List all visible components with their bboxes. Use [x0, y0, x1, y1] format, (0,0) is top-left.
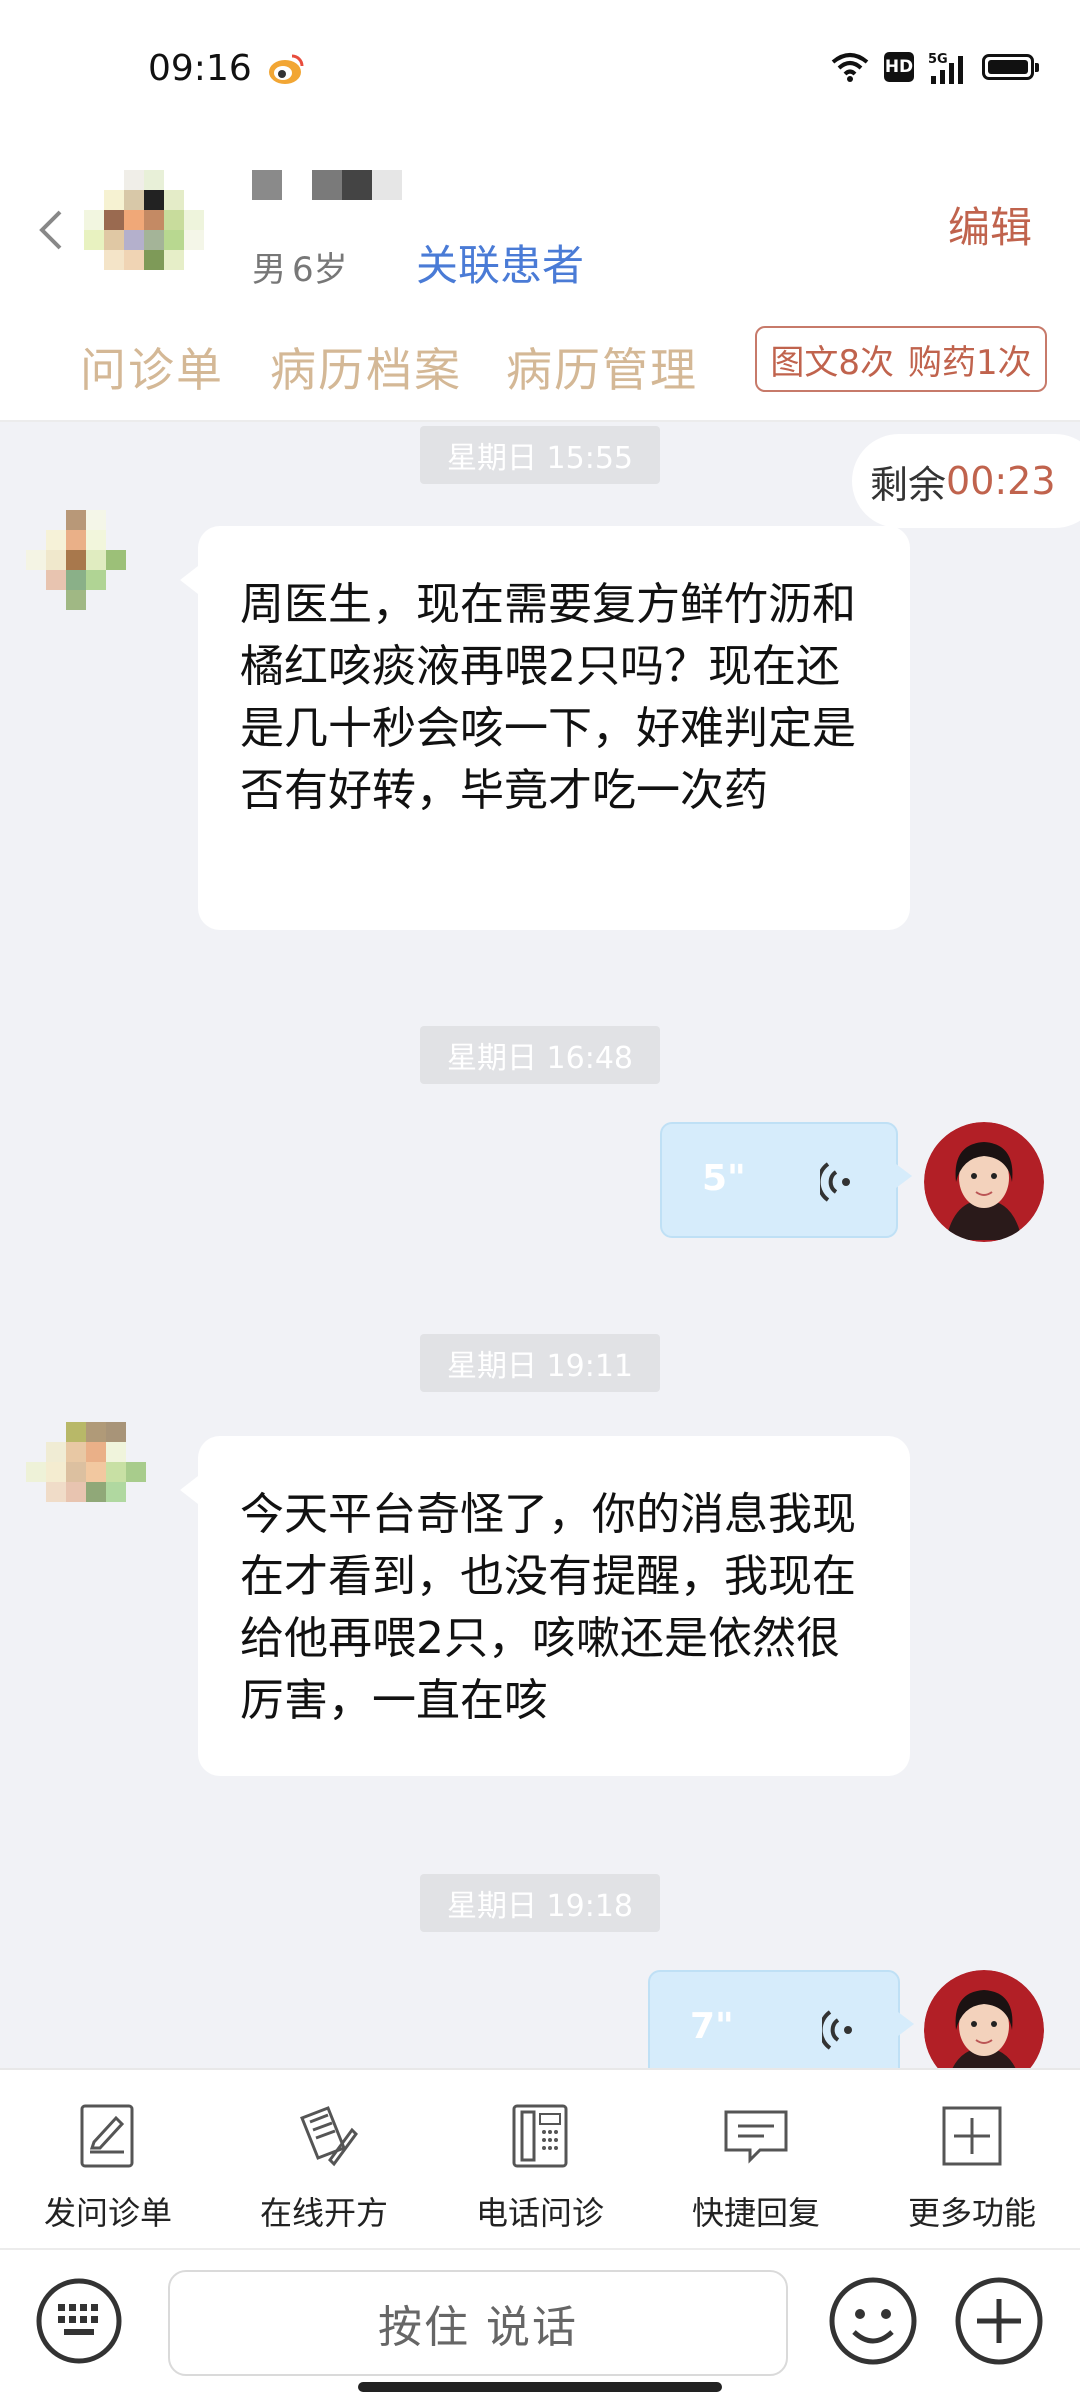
- voice-duration: 7": [690, 2006, 734, 2047]
- back-icon[interactable]: [32, 200, 72, 260]
- battery-icon: [982, 54, 1039, 80]
- message-timestamp: 星期日 19:11: [420, 1334, 660, 1392]
- remaining-time-pill: 剩余 00:23: [852, 434, 1080, 528]
- more-functions-button[interactable]: 更多功能: [864, 2070, 1080, 2250]
- voice-duration: 5": [702, 1158, 746, 1199]
- remaining-label: 剩余: [870, 462, 947, 507]
- patient-message[interactable]: 周医生，现在需要复方鲜竹沥和橘红咳痰液再喂2只吗？现在还是几十秒会咳一下，好难判…: [180, 526, 910, 930]
- plus-icon[interactable]: [952, 2274, 1046, 2368]
- tab-records-management[interactable]: 病历管理: [506, 334, 698, 400]
- patient-gender: 男: [252, 250, 286, 290]
- patient-name-redacted: [252, 170, 402, 200]
- patient-avatar[interactable]: [26, 510, 166, 650]
- keyboard-icon[interactable]: [34, 2276, 124, 2366]
- home-indicator[interactable]: [358, 2382, 722, 2392]
- quick-reply-button[interactable]: 快捷回复: [648, 2070, 864, 2250]
- tool-label: 快捷回复: [691, 2194, 820, 2232]
- doctor-avatar[interactable]: [924, 1122, 1044, 1242]
- voice-message[interactable]: 5": [660, 1122, 912, 1238]
- send-consultation-form-button[interactable]: 发问诊单: [0, 2070, 216, 2250]
- hold-to-talk-button[interactable]: 按住 说话: [168, 2270, 788, 2376]
- tab-medical-records[interactable]: 病历档案: [270, 334, 462, 400]
- edit-button[interactable]: 编辑: [948, 194, 1032, 255]
- voice-wave-icon: [820, 1162, 850, 1202]
- patient-avatar[interactable]: [26, 1422, 166, 1562]
- consult-stats-badge[interactable]: 图文8次 购药1次: [755, 326, 1047, 392]
- phone-consultation-button[interactable]: 电话问诊: [432, 2070, 648, 2250]
- drug-purchase-count: 购药1次: [908, 342, 1032, 383]
- tab-bar: 问诊单 病历档案 病历管理 图文8次 购药1次: [0, 320, 1080, 422]
- signal-icon: 5G: [928, 52, 963, 84]
- message-timestamp: 星期日 19:18: [420, 1874, 660, 1932]
- patient-age: 6岁: [292, 250, 348, 290]
- voice-wave-icon: [822, 2010, 852, 2050]
- svg-text:5G: 5G: [928, 52, 948, 67]
- more-icon: [942, 2106, 1002, 2166]
- hd-icon: HD: [884, 52, 914, 82]
- message-timestamp: 星期日 15:55: [420, 426, 660, 484]
- patient-avatar[interactable]: [84, 170, 224, 310]
- quick-reply-icon: [724, 2110, 788, 2164]
- patient-header: 男 6岁 关联患者 编辑: [0, 140, 1080, 320]
- prescription-icon: [300, 2106, 358, 2167]
- message-timestamp: 星期日 16:48: [420, 1026, 660, 1084]
- function-toolbar: 发问诊单 在线开方 电话问诊 快捷回复 更多功能: [0, 2068, 1080, 2250]
- link-patient-button[interactable]: 关联患者: [416, 232, 584, 293]
- status-bar: 09:16 HD 5G: [0, 0, 1080, 140]
- voice-message[interactable]: 7": [648, 1970, 914, 2068]
- form-edit-icon: [80, 2104, 134, 2168]
- tool-label: 更多功能: [907, 2194, 1036, 2232]
- phone-icon: [512, 2104, 568, 2168]
- tab-consultation-form[interactable]: 问诊单: [80, 334, 224, 400]
- emoji-icon[interactable]: [826, 2274, 920, 2368]
- chat-area[interactable]: 星期日 15:55 剩余 00:23 周医生，现在需要复方鲜竹沥和橘红咳痰液再喂…: [0, 422, 1080, 2068]
- doctor-avatar[interactable]: [924, 1970, 1044, 2068]
- online-prescription-button[interactable]: 在线开方: [216, 2070, 432, 2250]
- patient-message[interactable]: 今天平台奇怪了，你的消息我现在才看到，也没有提醒，我现在给他再喂2只，咳嗽还是依…: [180, 1436, 910, 1776]
- tool-label: 电话问诊: [475, 2194, 604, 2232]
- status-time: 09:16: [148, 48, 252, 89]
- tool-label: 在线开方: [259, 2194, 388, 2232]
- weibo-icon: [269, 54, 304, 84]
- tool-label: 发问诊单: [43, 2194, 172, 2232]
- status-icons: HD 5G: [830, 50, 1039, 84]
- text-consult-count: 图文8次: [770, 342, 894, 383]
- wifi-icon: [831, 53, 869, 82]
- input-bar: 按住 说话: [0, 2248, 1080, 2402]
- remaining-time: 00:23: [946, 459, 1056, 503]
